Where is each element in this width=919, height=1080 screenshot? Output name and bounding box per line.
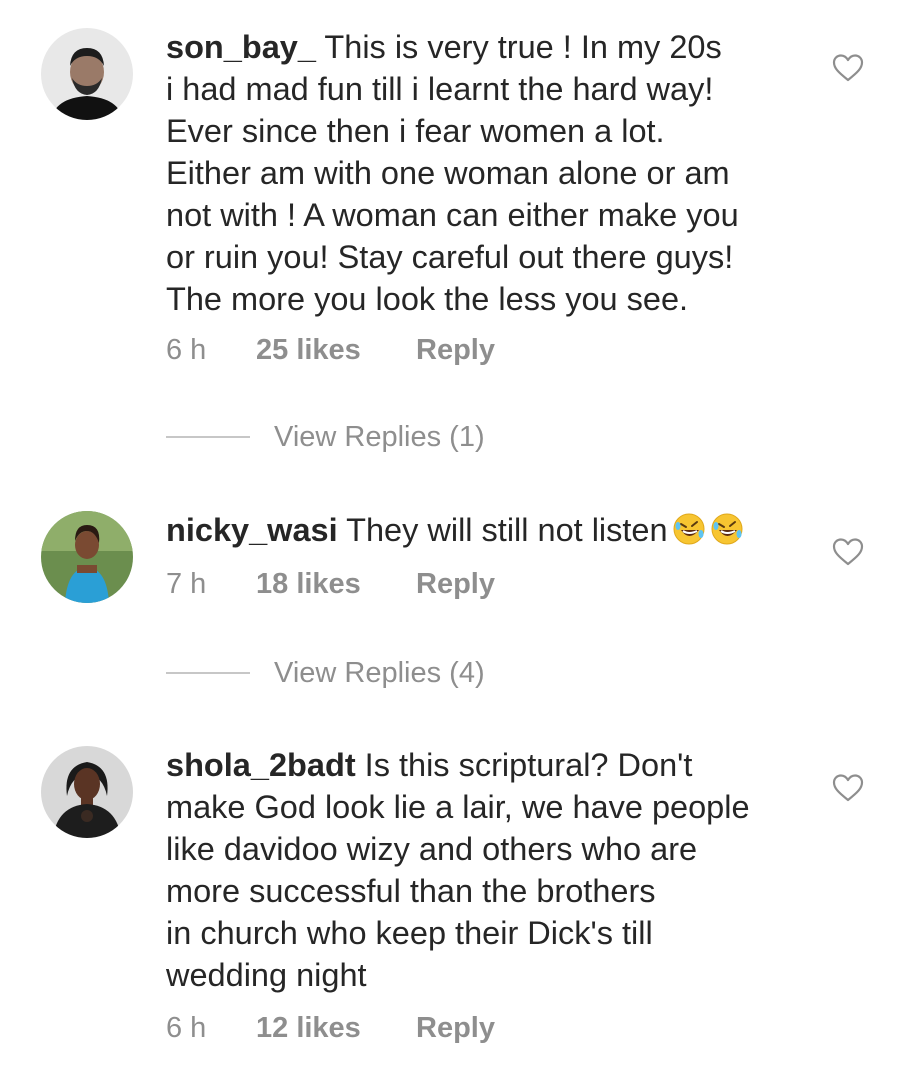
like-heart-icon[interactable] — [832, 773, 864, 803]
avatar-woman-dark-icon — [41, 746, 133, 838]
comment-body: This is very true ! In my 20s i had mad … — [166, 29, 739, 317]
view-replies-button[interactable]: View Replies (4) — [166, 656, 485, 690]
avatar[interactable] — [41, 746, 133, 838]
reply-button[interactable]: Reply — [416, 1011, 495, 1045]
comment-body: Is this scriptural? Don't make God look … — [166, 747, 750, 993]
comment-text: son_bay_ This is very true ! In my 20s i… — [166, 26, 826, 320]
comment-text: shola_2badt Is this scriptural? Don't ma… — [166, 744, 826, 996]
avatar[interactable] — [41, 511, 133, 603]
comments-list: son_bay_ This is very true ! In my 20s i… — [0, 0, 919, 1080]
reply-button[interactable]: Reply — [416, 567, 495, 601]
comment-time: 6 h — [166, 334, 207, 366]
comment-username[interactable]: son_bay_ — [166, 29, 316, 65]
comment-time: 6 h — [166, 1012, 207, 1044]
view-replies-label: View Replies (4) — [274, 657, 485, 689]
like-heart-icon[interactable] — [832, 537, 864, 567]
comment-meta: 6 h 25 likes Reply — [166, 333, 495, 367]
comment-meta: 6 h 12 likes Reply — [166, 1011, 495, 1045]
like-heart-icon[interactable] — [832, 53, 864, 83]
comment-meta: 7 h 18 likes Reply — [166, 567, 495, 601]
rolling-on-floor-laughing-emoji-icon — [672, 512, 706, 546]
replies-divider — [166, 672, 250, 674]
comment-likes[interactable]: 12 likes — [256, 1011, 416, 1045]
view-replies-label: View Replies (1) — [274, 421, 485, 453]
comment-text: nicky_wasi They will still not listen — [166, 509, 826, 551]
comment-likes[interactable]: 25 likes — [256, 333, 416, 367]
comment-time: 7 h — [166, 568, 207, 600]
comment-likes[interactable]: 18 likes — [256, 567, 416, 601]
avatar-woman-outdoor-icon — [41, 511, 133, 603]
avatar-man-bearded-icon — [41, 28, 133, 120]
comment-username[interactable]: nicky_wasi — [166, 512, 338, 548]
rolling-on-floor-laughing-emoji-icon — [710, 512, 744, 546]
reply-button[interactable]: Reply — [416, 333, 495, 367]
comment-username[interactable]: shola_2badt — [166, 747, 356, 783]
replies-divider — [166, 436, 250, 438]
avatar[interactable] — [41, 28, 133, 120]
comment-body: They will still not listen — [346, 512, 668, 548]
view-replies-button[interactable]: View Replies (1) — [166, 420, 485, 454]
